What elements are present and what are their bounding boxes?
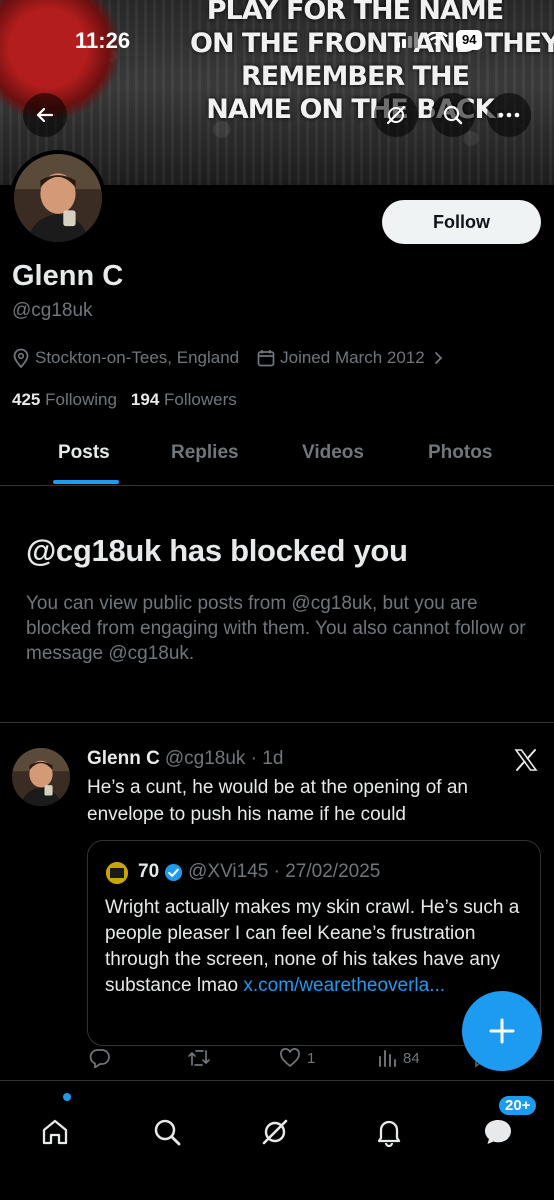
followers-label: Followers xyxy=(164,390,237,409)
home-icon xyxy=(42,1119,68,1145)
views-icon xyxy=(379,1050,396,1067)
banner-quote-line: PLAY FOR THE NAME xyxy=(206,0,505,26)
banner-quote-line: REMEMBER THE xyxy=(240,61,470,92)
repost-icon xyxy=(188,1050,210,1066)
follow-counts: 425 Following 194 Followers xyxy=(12,390,237,410)
heart-icon xyxy=(280,1048,300,1068)
compose-button[interactable] xyxy=(462,991,542,1071)
search-button[interactable] xyxy=(431,93,475,137)
divider xyxy=(0,722,554,723)
tab-posts[interactable]: Posts xyxy=(58,442,110,464)
profile-joined: Joined March 2012 xyxy=(280,348,425,367)
quote-text: Wright actually makes my skin crawl. He’… xyxy=(105,895,525,999)
profile-tabs: Posts Replies Videos Photos xyxy=(0,430,554,486)
blocked-body: You can view public posts from @cg18uk, … xyxy=(26,593,526,664)
bell-icon xyxy=(377,1120,401,1148)
followers-link[interactable]: 194 Followers xyxy=(131,390,237,410)
profile-display-name: Glenn C xyxy=(12,260,124,292)
home-unread-dot xyxy=(63,1093,71,1101)
quote-link[interactable]: x.com/wearetheoverla... xyxy=(243,975,445,996)
like-button[interactable]: 1 xyxy=(279,1048,315,1068)
nav-home[interactable] xyxy=(40,1117,70,1152)
nav-notifications[interactable] xyxy=(374,1117,404,1152)
quote-handle-time: @XVi145 · 27/02/2025 xyxy=(188,861,381,882)
grok-icon xyxy=(386,105,406,125)
messages-badge: 20+ xyxy=(497,1094,539,1117)
messages-icon xyxy=(485,1120,511,1144)
search-icon xyxy=(443,105,463,125)
views-button[interactable]: 84 xyxy=(377,1048,420,1068)
search-icon xyxy=(154,1119,181,1146)
avatar-image xyxy=(12,748,70,806)
x-logo-icon xyxy=(514,749,538,771)
post-avatar[interactable] xyxy=(12,748,70,806)
plus-icon xyxy=(489,1018,515,1044)
back-arrow-icon xyxy=(36,107,54,123)
location-item: Stockton-on-Tees, England xyxy=(12,348,239,368)
following-label: Following xyxy=(45,390,117,409)
calendar-icon xyxy=(257,350,275,367)
quote-header: 70 @XVi145 · 27/02/2025 xyxy=(138,861,380,883)
post-header: Glenn C @cg18uk · 1d xyxy=(87,748,283,770)
tab-videos[interactable]: Videos xyxy=(302,442,364,464)
reply-button[interactable] xyxy=(89,1048,111,1068)
like-count: 1 xyxy=(307,1049,316,1067)
active-tab-indicator xyxy=(53,480,119,484)
profile-handle: @cg18uk xyxy=(12,300,93,321)
verified-badge-icon xyxy=(165,863,183,881)
quote-avatar xyxy=(106,862,128,884)
repost-button[interactable] xyxy=(187,1048,211,1068)
profile-meta: Stockton-on-Tees, England Joined March 2… xyxy=(12,348,468,368)
status-time: 11:26 xyxy=(75,28,131,53)
grok-icon xyxy=(262,1119,288,1145)
avatar-image xyxy=(106,862,128,884)
following-count: 425 xyxy=(12,390,41,409)
joined-item[interactable]: Joined March 2012 xyxy=(257,348,450,368)
following-link[interactable]: 425 Following xyxy=(12,390,117,410)
followers-count: 194 xyxy=(130,390,160,409)
wifi-icon xyxy=(426,32,448,47)
grok-button[interactable] xyxy=(374,93,418,137)
nav-grok[interactable] xyxy=(260,1117,290,1152)
nav-search[interactable] xyxy=(152,1117,182,1152)
battery-indicator: 94 xyxy=(456,30,483,50)
chevron-right-icon xyxy=(434,352,442,364)
post-author-name[interactable]: Glenn C xyxy=(87,748,160,770)
signal-icon xyxy=(396,32,418,48)
more-icon xyxy=(498,112,520,118)
post-handle-time: @cg18uk · 1d xyxy=(164,748,284,769)
bottom-navigation xyxy=(0,1080,554,1200)
blocked-title: @cg18uk has blocked you xyxy=(26,533,408,568)
location-icon xyxy=(13,348,29,368)
reply-icon xyxy=(89,1049,110,1068)
tab-photos[interactable]: Photos xyxy=(428,442,492,464)
tab-replies[interactable]: Replies xyxy=(171,442,239,464)
follow-button[interactable]: Follow xyxy=(382,200,541,244)
back-button[interactable] xyxy=(23,93,67,137)
nav-messages[interactable] xyxy=(482,1117,514,1152)
quote-author-name: 70 xyxy=(138,861,160,882)
view-count: 84 xyxy=(403,1049,420,1067)
profile-location: Stockton-on-Tees, England xyxy=(35,348,240,367)
profile-avatar[interactable] xyxy=(10,150,106,246)
avatar-image xyxy=(14,154,102,242)
post-text: He’s a cunt, he would be at the opening … xyxy=(87,777,468,825)
more-button[interactable] xyxy=(487,93,531,137)
status-icons: 94 xyxy=(396,30,483,50)
